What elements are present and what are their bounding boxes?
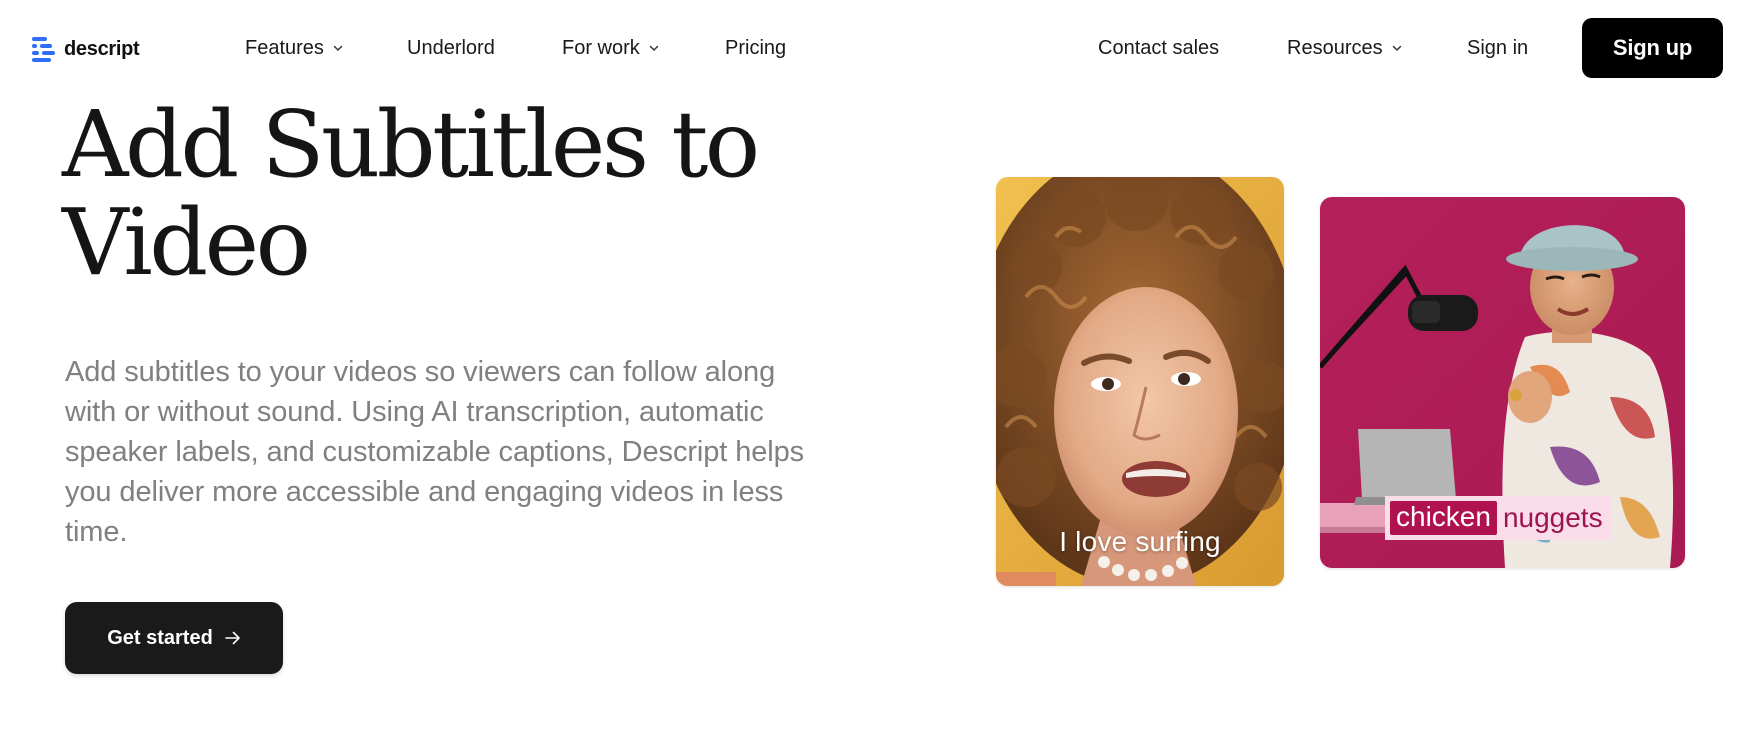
nav-underlord-label: Underlord	[407, 36, 495, 59]
nav-sign-in-label: Sign in	[1467, 36, 1529, 59]
chevron-down-icon	[1392, 45, 1401, 51]
page-title-line-2: Video	[62, 189, 311, 296]
video-caption-box: chicken nuggets	[1385, 496, 1611, 540]
page-title-line-1: Add Subtitles to	[62, 91, 760, 198]
page-title: Add Subtitles to Video	[62, 96, 822, 292]
brand-name: descript	[64, 37, 140, 60]
descript-logo-icon	[32, 36, 55, 62]
get-started-button[interactable]: Get started	[65, 602, 283, 674]
nav-features[interactable]: Features	[245, 33, 344, 63]
nav-contact-sales-label: Contact sales	[1098, 36, 1220, 59]
nav-for-work[interactable]: For work	[562, 33, 660, 63]
nav-resources-label: Resources	[1287, 36, 1383, 59]
chevron-down-icon	[649, 45, 659, 51]
get-started-label: Get started	[107, 626, 213, 649]
caption-highlight-word: chicken	[1390, 501, 1497, 535]
nav-pricing[interactable]: Pricing	[725, 33, 786, 63]
nav-underlord[interactable]: Underlord	[407, 33, 495, 63]
nav-features-label: Features	[245, 36, 324, 59]
descript-logo[interactable]: descript	[32, 36, 140, 62]
chevron-down-icon	[333, 45, 343, 51]
nav-contact-sales[interactable]: Contact sales	[1098, 33, 1219, 63]
nav-for-work-label: For work	[562, 36, 640, 59]
video-thumbnail-woman	[996, 177, 1284, 586]
top-navigation: descript Features Underlord For work Pri…	[0, 0, 1747, 96]
nav-pricing-label: Pricing	[725, 36, 787, 59]
arrow-right-icon	[224, 631, 240, 645]
video-example-podcast: chicken nuggets	[1320, 197, 1685, 568]
nav-resources[interactable]: Resources	[1287, 33, 1403, 63]
video-caption: I love surfing	[1059, 526, 1221, 557]
hero-description: Add subtitles to your videos so viewers …	[65, 356, 805, 548]
video-example-surfing: I love surfing	[996, 177, 1284, 586]
sign-up-button[interactable]: Sign up	[1582, 18, 1723, 78]
nav-sign-in[interactable]: Sign in	[1467, 33, 1528, 63]
caption-word: nuggets	[1502, 502, 1603, 533]
